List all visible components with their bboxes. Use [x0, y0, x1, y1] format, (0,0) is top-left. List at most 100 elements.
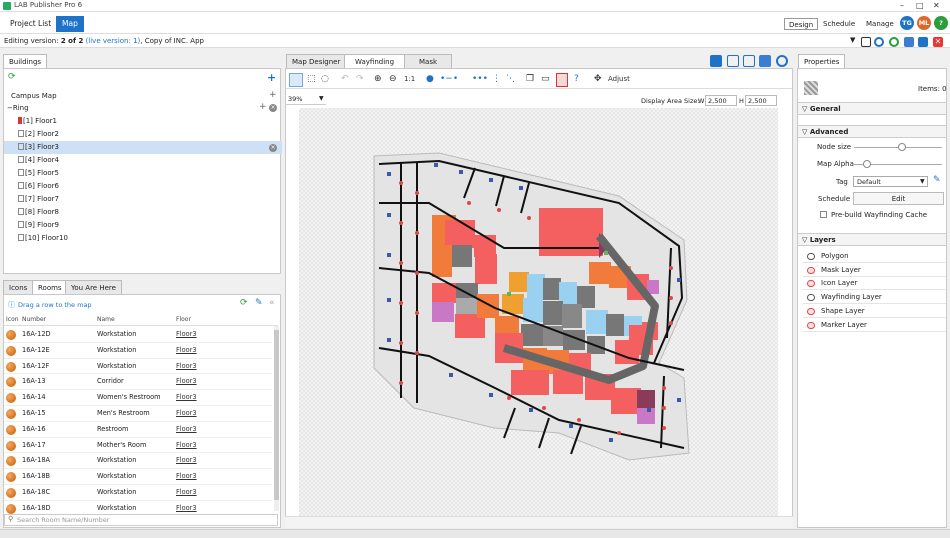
copy-icon[interactable]: ❐: [526, 73, 534, 85]
preview-icon[interactable]: [861, 37, 871, 47]
paste-icon[interactable]: ▭: [541, 73, 550, 85]
publish-icon[interactable]: [710, 55, 722, 67]
help-circle-icon[interactable]: ?: [574, 73, 579, 85]
tab-properties[interactable]: Properties: [798, 54, 846, 68]
avatar-tg[interactable]: TG: [900, 16, 914, 30]
avatar-ml[interactable]: ML: [917, 16, 931, 30]
floor-plan[interactable]: [299, 108, 778, 516]
live-version-link[interactable]: (live version: 1): [86, 37, 141, 45]
settings-gear-icon[interactable]: [776, 55, 788, 67]
add-building-icon[interactable]: +: [267, 71, 276, 84]
map-horizontal-scrollbar[interactable]: [285, 516, 793, 528]
col-number[interactable]: Number: [22, 316, 46, 323]
tree-floor-1[interactable]: [1] Floor1: [4, 115, 282, 128]
add-floor-icon[interactable]: +: [259, 102, 267, 112]
rooms-scrollbar[interactable]: [274, 326, 279, 511]
upload-icon[interactable]: [727, 55, 739, 67]
room-floor-link[interactable]: Floor3: [176, 374, 197, 389]
tree-floor-2[interactable]: [2] Floor2: [4, 128, 282, 141]
table-row[interactable]: 16A-15 Men's Restroom Floor3: [4, 406, 272, 422]
export-icon[interactable]: [743, 55, 755, 67]
eye-hidden-icon[interactable]: [807, 321, 815, 329]
remove-building-icon[interactable]: ×: [269, 104, 277, 112]
col-name[interactable]: Name: [97, 316, 115, 323]
maximize-icon[interactable]: □: [916, 1, 924, 10]
node-tool-icon[interactable]: ●: [426, 73, 434, 85]
table-row[interactable]: 16A-14 Women's Restroom Floor3: [4, 390, 272, 406]
map-canvas[interactable]: [299, 108, 778, 516]
vertical-path-icon[interactable]: ⋮: [492, 73, 501, 85]
tree-floor-4[interactable]: [4] Floor4: [4, 154, 282, 167]
room-floor-link[interactable]: Floor3: [176, 359, 197, 374]
delete-icon[interactable]: [556, 73, 568, 87]
table-row[interactable]: 16A-18A Workstation Floor3: [4, 453, 272, 470]
search-map-icon[interactable]: [874, 37, 884, 47]
save-icon[interactable]: [918, 37, 928, 47]
redo-icon[interactable]: ↷: [356, 73, 364, 85]
select-tool-icon[interactable]: [289, 73, 303, 87]
tree-building[interactable]: −Ring: [4, 102, 282, 115]
eye-hidden-icon[interactable]: [807, 307, 815, 315]
room-floor-link[interactable]: Floor3: [176, 422, 197, 437]
close-window-icon[interactable]: ✕: [933, 1, 940, 10]
zoom-in-icon[interactable]: ⊕: [374, 73, 382, 85]
tab-rooms[interactable]: Rooms: [32, 280, 68, 294]
layer-row[interactable]: Marker Layer: [803, 319, 946, 332]
rect-select-icon[interactable]: ⬚: [307, 73, 316, 85]
prebuild-checkbox[interactable]: [820, 211, 827, 218]
layer-row[interactable]: Wayfinding Layer: [803, 291, 946, 305]
table-row[interactable]: 16A-12D Workstation Floor3: [4, 327, 272, 343]
table-row[interactable]: 16A-13 Corridor Floor3: [4, 374, 272, 391]
tab-wayfinding[interactable]: Wayfinding: [344, 54, 406, 68]
table-row[interactable]: 16A-12E Workstation Floor3: [4, 343, 272, 359]
table-row[interactable]: 16A-17 Mother's Room Floor3: [4, 438, 272, 454]
lasso-icon[interactable]: ◌: [321, 73, 329, 85]
tab-icons[interactable]: Icons: [3, 280, 34, 294]
room-floor-link[interactable]: Floor3: [176, 390, 197, 405]
edge-tool-icon[interactable]: •−•: [440, 73, 458, 85]
table-row[interactable]: 16A-16 Restroom Floor3: [4, 422, 272, 438]
eye-hidden-icon[interactable]: [807, 266, 815, 274]
edit-doc-icon[interactable]: [904, 37, 914, 47]
table-row[interactable]: 16A-18B Workstation Floor3: [4, 469, 272, 485]
tree-floor-6[interactable]: [6] Floor6: [4, 180, 282, 193]
refresh-tree-icon[interactable]: ⟳: [8, 72, 16, 82]
edit-rooms-icon[interactable]: ✎: [255, 298, 263, 308]
col-icon[interactable]: Icon: [6, 316, 19, 323]
tab-map[interactable]: Map: [56, 16, 84, 32]
scrollbar-thumb[interactable]: [274, 330, 279, 500]
edit-button[interactable]: Edit: [853, 192, 944, 205]
horizontal-path-icon[interactable]: •••: [472, 73, 488, 85]
actual-size-button[interactable]: 1:1: [404, 73, 415, 85]
tab-schedule[interactable]: Schedule: [819, 18, 859, 30]
zoom-out-icon[interactable]: ⊖: [389, 73, 397, 85]
tree-floor-9[interactable]: [9] Floor9: [4, 219, 282, 232]
room-floor-link[interactable]: Floor3: [176, 438, 197, 453]
tag-select[interactable]: Default ▼: [853, 176, 928, 187]
eye-icon[interactable]: [807, 294, 815, 302]
tree-floor-3[interactable]: [3] Floor3: [4, 141, 282, 154]
remove-floor-icon[interactable]: ×: [269, 144, 277, 152]
adjust-button[interactable]: Adjust: [608, 73, 630, 85]
refresh-icon[interactable]: [889, 37, 899, 47]
layer-row[interactable]: Mask Layer: [803, 264, 946, 277]
layer-row[interactable]: Icon Layer: [803, 277, 946, 291]
table-row[interactable]: 16A-12F Workstation Floor3: [4, 359, 272, 375]
import-icon[interactable]: [759, 55, 771, 67]
tree-floor-7[interactable]: [7] Floor7: [4, 193, 282, 206]
refresh-rooms-icon[interactable]: ⟳: [240, 298, 248, 308]
tab-project-list[interactable]: Project List: [4, 16, 57, 32]
tab-design[interactable]: Design: [784, 18, 819, 30]
section-layers[interactable]: ▽ Layers: [798, 233, 946, 246]
zoom-select[interactable]: 39% ▼: [286, 94, 326, 105]
add-campus-icon[interactable]: +: [269, 90, 277, 100]
room-floor-link[interactable]: Floor3: [176, 406, 197, 421]
eye-hidden-icon[interactable]: [807, 280, 815, 288]
diagonal-path-icon[interactable]: ⋱: [506, 73, 515, 85]
layer-row[interactable]: Polygon: [803, 250, 946, 263]
eye-icon[interactable]: [807, 253, 815, 260]
room-floor-link[interactable]: Floor3: [176, 485, 197, 500]
room-floor-link[interactable]: Floor3: [176, 453, 197, 468]
tab-buildings[interactable]: Buildings: [3, 54, 48, 68]
height-input[interactable]: 2,500: [745, 95, 777, 106]
